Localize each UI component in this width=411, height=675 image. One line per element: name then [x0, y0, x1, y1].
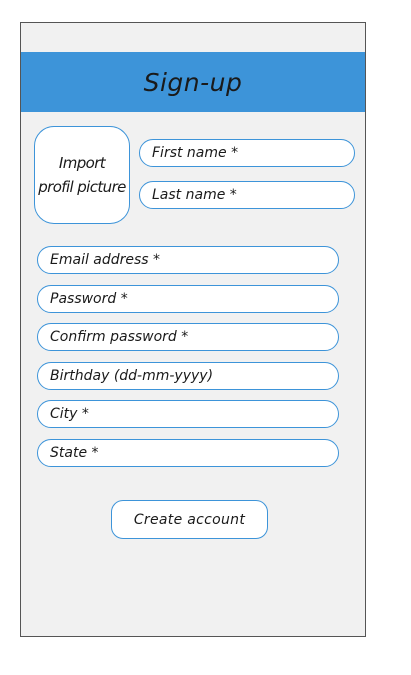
create-account-label: Create account — [133, 511, 246, 528]
create-account-button[interactable]: Create account — [111, 500, 268, 539]
city-placeholder: City * — [50, 406, 89, 422]
confirm-password-field[interactable]: Confirm password * — [37, 323, 339, 351]
state-placeholder: State * — [50, 445, 99, 461]
header-bar: Sign-up — [21, 52, 365, 112]
password-field[interactable]: Password * — [37, 285, 339, 313]
state-field[interactable]: State * — [37, 439, 339, 467]
last-name-placeholder: Last name * — [152, 187, 237, 203]
city-field[interactable]: City * — [37, 400, 339, 428]
import-picture-label-line1: Import — [58, 154, 106, 172]
birthday-field[interactable]: Birthday (dd-mm-yyyy) — [37, 362, 339, 390]
password-placeholder: Password * — [50, 291, 128, 307]
first-name-placeholder: First name * — [152, 145, 239, 161]
email-placeholder: Email address * — [50, 252, 161, 268]
confirm-password-placeholder: Confirm password * — [50, 329, 189, 345]
email-field[interactable]: Email address * — [37, 246, 339, 274]
first-name-field[interactable]: First name * — [139, 139, 355, 167]
import-picture-label-line2: profil picture — [38, 178, 126, 196]
import-profile-picture-button[interactable]: Import profil picture — [34, 126, 130, 224]
signup-screen: Sign-up Import profil picture First name… — [20, 22, 366, 637]
last-name-field[interactable]: Last name * — [139, 181, 355, 209]
page-title: Sign-up — [143, 67, 243, 97]
birthday-placeholder: Birthday (dd-mm-yyyy) — [50, 368, 214, 384]
